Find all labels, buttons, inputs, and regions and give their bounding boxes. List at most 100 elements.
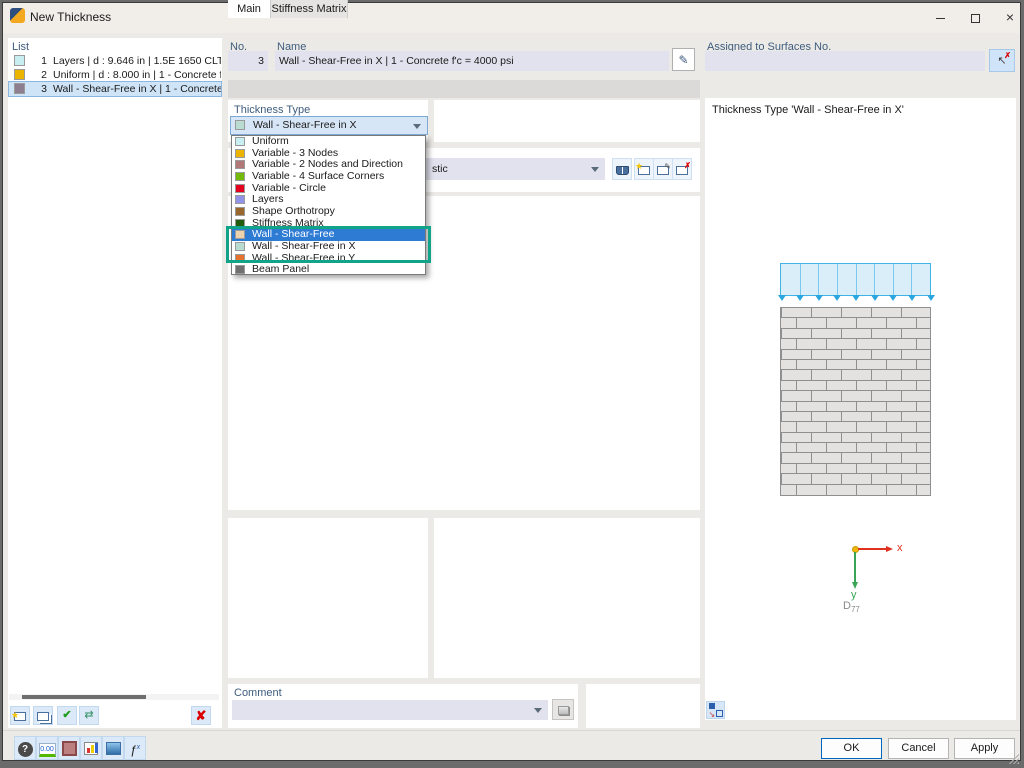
node-id-label: D77 <box>843 600 860 614</box>
brick-row <box>781 443 930 453</box>
brick-row <box>781 370 930 380</box>
ok-button[interactable]: OK <box>821 738 882 759</box>
thickness-color-swatch <box>14 55 25 66</box>
dropdown-option[interactable]: Uniform <box>232 136 425 148</box>
load-divider-line <box>911 264 912 295</box>
material-combo-text: stic <box>432 158 448 180</box>
y-axis-arrowhead <box>852 582 858 589</box>
load-arrow-icon <box>796 295 804 301</box>
edit-material-icon[interactable]: ✎ <box>653 158 673 180</box>
brick-row <box>781 453 930 463</box>
select-check-button[interactable]: ✔ <box>57 706 77 725</box>
display-options-icon[interactable] <box>80 736 102 760</box>
load-arrow-icon <box>833 295 841 301</box>
bottom-left-group <box>228 518 428 678</box>
x-axis-arrowhead <box>886 546 893 552</box>
remove-material-icon[interactable]: ✗ <box>672 158 692 180</box>
load-divider-line <box>837 264 838 295</box>
brick-row <box>781 391 930 401</box>
brick-row <box>781 329 930 339</box>
brick-row <box>781 360 930 370</box>
dropdown-option[interactable]: Wall - Shear-Free in X <box>232 241 425 253</box>
tab-main[interactable]: Main <box>228 0 270 18</box>
list-hscrollbar-thumb[interactable] <box>22 695 146 699</box>
list-label: List <box>12 41 29 53</box>
resize-grip[interactable] <box>1009 754 1019 764</box>
apply-button[interactable]: Apply <box>954 738 1015 759</box>
brick-row <box>781 318 930 328</box>
bottom-right-group <box>434 518 700 678</box>
edit-name-icon[interactable]: ✎ <box>672 48 695 71</box>
brick-wall-diagram <box>780 307 931 496</box>
brick-row <box>781 474 930 484</box>
chevron-down-icon <box>534 708 542 713</box>
load-arrow-icon <box>871 295 879 301</box>
help-icon[interactable]: ? <box>14 736 36 760</box>
toggle-selection-button[interactable]: ⇄ <box>79 706 99 725</box>
comment-label: Comment <box>234 687 282 699</box>
name-field[interactable]: Wall - Shear-Free in X | 1 - Concrete f'… <box>275 51 669 71</box>
thickness-color-swatch <box>14 69 25 80</box>
list-item[interactable]: 2 Uniform | d : 8.000 in | 1 - Concrete … <box>9 68 221 82</box>
x-axis-line <box>858 548 886 550</box>
screen: New Thickness × List 1 Layers | d : 9.64… <box>0 0 1024 768</box>
empty-group-bottom <box>586 684 700 728</box>
distributed-load-diagram <box>780 263 931 296</box>
preview-title: Thickness Type 'Wall - Shear-Free in X' <box>712 104 904 116</box>
brick-row <box>781 485 930 495</box>
dropdown-option[interactable]: Beam Panel <box>232 264 425 276</box>
y-axis-line <box>854 552 856 582</box>
thickness-app-icon <box>10 8 25 23</box>
comment-combo[interactable] <box>232 700 548 720</box>
load-arrow-icon <box>778 295 786 301</box>
load-arrow-icon <box>852 295 860 301</box>
title-bar[interactable] <box>3 3 1020 33</box>
copy-thickness-button[interactable] <box>33 706 53 725</box>
units-settings-icon[interactable]: 0.00 <box>36 736 58 760</box>
new-material-icon[interactable]: ★ <box>634 158 654 180</box>
select-surfaces-pointer-icon[interactable]: ↖✗ <box>989 49 1015 72</box>
formula-icon[interactable]: ƒx <box>124 736 146 760</box>
close-button[interactable]: × <box>993 3 1024 31</box>
thickness-type-label: Thickness Type <box>234 104 310 116</box>
load-divider-line <box>800 264 801 295</box>
tab-stiffness-matrix[interactable]: Stiffness Matrix <box>270 0 348 18</box>
load-arrow-icon <box>908 295 916 301</box>
thickness-type-combo-text: Wall - Shear-Free in X <box>253 117 356 134</box>
load-divider-line <box>874 264 875 295</box>
list-panel <box>8 38 222 728</box>
list-item[interactable]: 1 Layers | d : 9.646 in | 1.5E 1650 CLT7… <box>9 54 221 68</box>
brick-row <box>781 412 930 422</box>
dropdown-option[interactable]: Shape Orthotropy <box>232 206 425 218</box>
minimize-button[interactable] <box>923 3 957 31</box>
cancel-button[interactable]: Cancel <box>888 738 949 759</box>
assigned-surfaces-field[interactable] <box>705 51 985 71</box>
chevron-down-icon <box>413 124 421 129</box>
brick-row <box>781 402 930 412</box>
rendering-icon[interactable] <box>102 736 124 760</box>
load-arrow-icon <box>889 295 897 301</box>
x-axis-label: x <box>897 542 903 554</box>
thickness-type-dropdown: Uniform Variable - 3 Nodes Variable - 2 … <box>231 135 426 275</box>
load-divider-line <box>818 264 819 295</box>
brick-row <box>781 339 930 349</box>
color-swatch-icon[interactable] <box>58 736 80 760</box>
tab-bar <box>228 80 700 98</box>
load-divider-line <box>856 264 857 295</box>
new-thickness-button[interactable]: ★ <box>10 706 30 725</box>
list-item-selected[interactable]: 3 Wall - Shear-Free in X | 1 - Concrete … <box>9 82 221 96</box>
delete-thickness-button[interactable]: ✘ <box>191 706 211 725</box>
brick-row <box>781 381 930 391</box>
dropdown-option[interactable]: Variable - 4 Surface Corners <box>232 171 425 183</box>
renumber-icon[interactable]: ↘ <box>706 701 725 719</box>
load-divider-line <box>893 264 894 295</box>
maximize-button[interactable] <box>958 3 992 31</box>
load-arrow-icon <box>927 295 935 301</box>
material-library-icon[interactable] <box>612 158 632 180</box>
comment-stamp-icon[interactable] <box>552 699 574 720</box>
thickness-color-swatch <box>14 83 25 94</box>
brick-row <box>781 350 930 360</box>
load-arrow-icon <box>815 295 823 301</box>
thickness-type-combo[interactable]: Wall - Shear-Free in X <box>230 116 428 135</box>
no-field: 3 <box>228 51 268 71</box>
